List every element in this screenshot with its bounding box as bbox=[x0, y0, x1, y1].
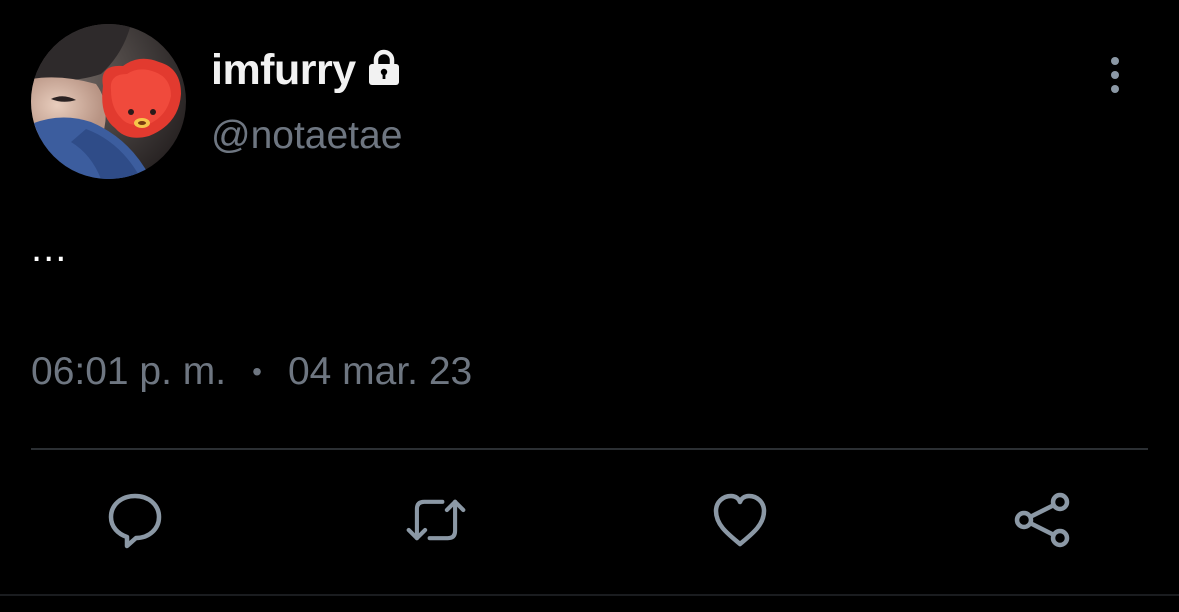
tweet-detail: imfurry @notaetae ... 06:01 p. m. • 04 m… bbox=[0, 0, 1179, 612]
avatar-image bbox=[31, 24, 186, 179]
tweet-timestamp: 06:01 p. m. • 04 mar. 23 bbox=[31, 352, 472, 391]
like-button[interactable] bbox=[710, 490, 770, 550]
tweet-time: 06:01 p. m. bbox=[31, 350, 227, 393]
lock-icon bbox=[364, 47, 404, 87]
avatar[interactable] bbox=[31, 24, 186, 179]
reply-button[interactable] bbox=[105, 490, 165, 550]
tweet-date: 04 mar. 23 bbox=[287, 350, 473, 393]
tweet-action-bar bbox=[0, 490, 1179, 550]
tweet-text: ... bbox=[31, 226, 68, 270]
bottom-divider bbox=[0, 594, 1179, 596]
separator-dot: • bbox=[252, 355, 262, 387]
display-name[interactable]: imfurry bbox=[211, 48, 356, 92]
share-button[interactable] bbox=[1012, 490, 1072, 550]
user-handle[interactable]: @notaetae bbox=[211, 116, 402, 155]
retweet-button[interactable] bbox=[406, 490, 466, 550]
retweet-icon bbox=[406, 499, 466, 541]
heart-icon bbox=[713, 493, 767, 547]
divider bbox=[31, 448, 1148, 450]
reply-icon bbox=[108, 493, 162, 549]
more-vertical-icon[interactable] bbox=[1100, 54, 1130, 96]
display-name-row: imfurry bbox=[211, 44, 404, 96]
share-icon bbox=[1014, 492, 1070, 548]
